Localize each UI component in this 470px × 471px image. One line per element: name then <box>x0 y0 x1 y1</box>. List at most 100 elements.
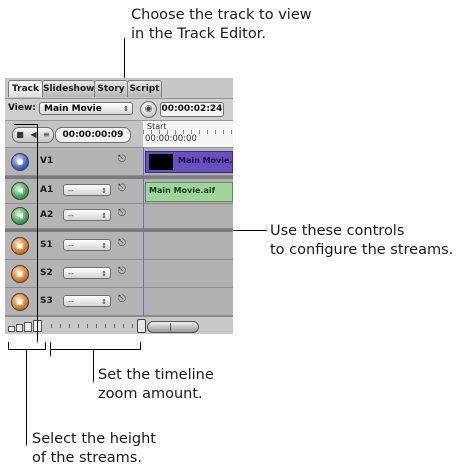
chevron-updown-icon: ⇕ <box>101 212 107 220</box>
lock-icon[interactable]: ⎋ <box>118 266 126 277</box>
audio-clip[interactable]: Main Movie.aif <box>145 182 233 202</box>
tab-slideshow[interactable]: Slideshow <box>42 80 95 97</box>
leader-line <box>37 124 38 342</box>
track-header: ● V1 ⎋ <box>5 148 143 175</box>
callout-configure-streams: Use these controls to configure the stre… <box>270 222 453 260</box>
callout-track-editor: Choose the track to view in the Track Ed… <box>131 6 312 44</box>
playback-buttons[interactable]: ■ ◀ ≡ <box>12 127 54 143</box>
stream-select[interactable]: -- ⇕ <box>63 184 111 196</box>
volume-icon[interactable]: ◀ <box>30 128 36 142</box>
audio-stream-button[interactable]: ◀ <box>11 182 29 200</box>
track-header: ▣ S3 -- ⇕ ⎋ <box>5 288 143 315</box>
track-content: Main Movie.aif <box>143 179 233 203</box>
lock-icon[interactable]: ⎋ <box>118 294 126 305</box>
track-content: Main Movie.m <box>143 148 233 175</box>
tab-bar: Track Slideshow Story Script <box>5 78 233 99</box>
callout-height: Select the height of the streams. <box>32 430 156 468</box>
chevron-updown-icon: ⇕ <box>101 242 107 250</box>
view-select[interactable]: Main Movie ⇕ <box>39 102 133 115</box>
stream-select[interactable]: -- ⇕ <box>63 267 111 279</box>
track-name: S3 <box>40 296 53 306</box>
stream-select[interactable]: -- ⇕ <box>63 239 111 251</box>
bottom-bar <box>5 316 233 334</box>
tab-script[interactable]: Script <box>127 80 162 97</box>
track-editor-panel: Track Slideshow Story Script View: Main … <box>5 78 233 334</box>
zoom-slider[interactable] <box>51 324 143 328</box>
view-timecode[interactable]: 00:00:02:24 <box>160 102 224 117</box>
jog-dial-icon[interactable]: ◉ <box>140 101 157 118</box>
leader-line <box>50 349 51 356</box>
track-content <box>143 288 233 315</box>
callout-line: Set the timeline <box>98 367 214 383</box>
track-header: ◀ A2 -- ⇕ ⎋ <box>5 204 143 228</box>
leader-line <box>14 124 38 125</box>
grid-icon[interactable]: ≡ <box>43 128 50 142</box>
lock-icon[interactable]: ⎋ <box>118 238 126 249</box>
clip-thumbnail <box>149 154 173 170</box>
timeline-ruler[interactable]: Start 00:00:00:00 <box>143 121 233 148</box>
clip-name: Main Movie.m <box>178 156 233 165</box>
callout-line: to configure the streams. <box>270 242 454 258</box>
leader-line <box>50 349 141 350</box>
leader-line <box>140 342 141 350</box>
lock-icon[interactable]: ⎋ <box>118 154 126 165</box>
stream-select-value: -- <box>68 211 74 220</box>
height-large-icon[interactable] <box>23 322 33 332</box>
leader-line <box>45 342 46 350</box>
playhead-timecode[interactable]: 00:00:00:09 <box>55 127 131 143</box>
stream-select[interactable]: -- ⇕ <box>63 209 111 221</box>
video-stream-button[interactable]: ● <box>11 153 29 171</box>
track-row-s1: ▣ S1 -- ⇕ ⎋ <box>5 232 233 260</box>
track-header: ▣ S1 -- ⇕ ⎋ <box>5 232 143 259</box>
subtitle-stream-button[interactable]: ▣ <box>11 265 29 283</box>
timeline-boundary <box>143 147 144 316</box>
lock-icon[interactable]: ⎋ <box>118 208 126 219</box>
callout-line: zoom amount. <box>98 386 203 402</box>
callout-line: Select the height <box>32 431 156 447</box>
height-medium-icon[interactable] <box>15 324 23 332</box>
subtitle-stream-button[interactable]: ▣ <box>11 237 29 255</box>
track-header: ◀ A1 -- ⇕ ⎋ <box>5 179 143 203</box>
leader-line <box>124 38 125 44</box>
leader-line <box>26 349 27 445</box>
height-small-icon[interactable] <box>8 326 15 332</box>
callout-line: Choose the track to view <box>131 7 312 23</box>
track-name: A2 <box>40 210 54 220</box>
leader-line <box>8 342 9 350</box>
track-row-a1: ◀ A1 -- ⇕ ⎋ Main Movie.aif <box>5 179 233 204</box>
timeline-scroller[interactable] <box>147 321 199 333</box>
track-name: S2 <box>40 268 53 278</box>
track-row-s2: ▣ S2 -- ⇕ ⎋ <box>5 260 233 288</box>
subtitle-stream-button[interactable]: ▣ <box>11 293 29 311</box>
track-row-a2: ◀ A2 -- ⇕ ⎋ <box>5 204 233 229</box>
callout-line: in the Track Editor. <box>131 26 266 42</box>
view-label: View: <box>8 103 36 113</box>
lock-icon[interactable]: ⎋ <box>118 183 126 194</box>
callout-line: Use these controls <box>270 223 405 239</box>
leader-line <box>232 230 267 231</box>
track-name: S1 <box>40 240 53 250</box>
track-header: ▣ S2 -- ⇕ ⎋ <box>5 260 143 287</box>
zoom-slider-thumb[interactable] <box>137 319 146 333</box>
track-name: A1 <box>40 185 54 195</box>
tab-story[interactable]: Story <box>94 80 128 97</box>
track-row-v1: ● V1 ⎋ Main Movie.m <box>5 148 233 176</box>
leader-line <box>93 349 94 382</box>
video-clip[interactable]: Main Movie.m <box>145 151 233 173</box>
callout-zoom: Set the timeline zoom amount. <box>98 366 214 404</box>
stream-select-value: -- <box>68 186 74 195</box>
stream-select-value: -- <box>68 297 74 306</box>
track-name: V1 <box>40 156 54 166</box>
audio-stream-button[interactable]: ◀ <box>11 207 29 225</box>
stream-select[interactable]: -- ⇕ <box>63 295 111 307</box>
leader-line <box>50 342 51 350</box>
chevron-updown-icon: ⇕ <box>101 187 107 195</box>
track-content <box>143 260 233 287</box>
stop-icon[interactable]: ■ <box>16 128 24 142</box>
view-row: View: Main Movie ⇕ ◉ 00:00:02:24 <box>5 99 233 121</box>
playback-controls-row: ■ ◀ ≡ 00:00:00:09 <box>5 121 143 148</box>
tab-track[interactable]: Track <box>8 80 43 97</box>
callout-line: of the streams. <box>32 450 142 466</box>
leader-line <box>8 349 46 350</box>
stream-select-value: -- <box>68 269 74 278</box>
